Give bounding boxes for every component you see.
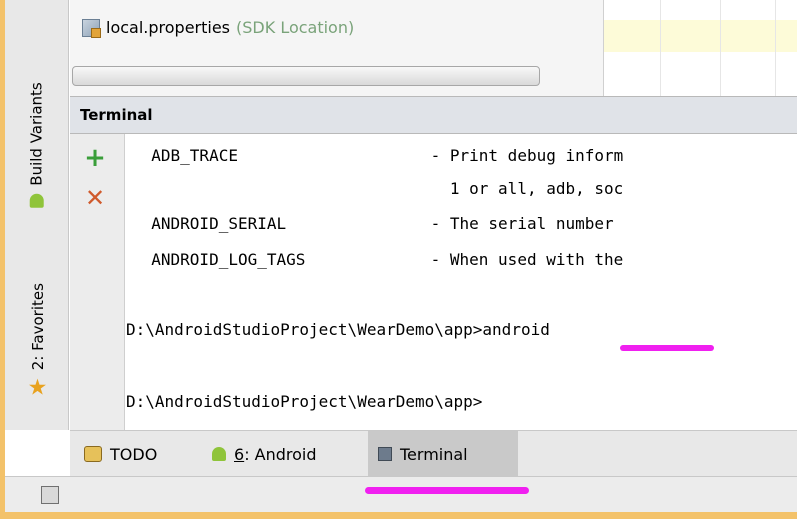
terminal-toolbar: + ✕ [70, 134, 125, 430]
tab-build-variants[interactable]: Build Variants [5, 40, 69, 250]
editor-grid-line [660, 0, 661, 96]
left-tool-strip: Build Variants ★ 2: Favorites [5, 0, 69, 430]
terminal-header: Terminal [70, 96, 797, 134]
tab-todo[interactable]: TODO [74, 431, 167, 477]
editor-current-line [604, 20, 797, 52]
bottom-tool-tabs: TODO 6: Android Terminal [70, 430, 797, 477]
file-name: local.properties [106, 18, 231, 37]
toggle-tool-windows-icon[interactable] [41, 486, 59, 504]
editor-grid-line [775, 0, 776, 96]
tab-android[interactable]: 6: Android [202, 431, 327, 477]
tab-todo-label: TODO [110, 444, 158, 464]
window-frame-bottom [0, 512, 797, 519]
terminal-line: 1 or all, adb, soc [132, 179, 624, 198]
android-icon [30, 193, 45, 208]
terminal-icon [378, 447, 392, 461]
tab-terminal-label: Terminal [400, 444, 468, 464]
terminal-prompt-line: D:\AndroidStudioProject\WearDemo\app> [126, 392, 483, 411]
horizontal-scrollbar[interactable] [72, 66, 540, 86]
tab-android-label: 6: Android [234, 444, 317, 464]
new-session-button[interactable]: + [80, 143, 110, 173]
close-session-button[interactable]: ✕ [80, 184, 110, 212]
highlight-underline-terminal [365, 487, 529, 494]
android-icon [212, 447, 226, 461]
properties-file-icon [82, 18, 101, 38]
terminal-prompt-line: D:\AndroidStudioProject\WearDemo\app>and… [126, 320, 550, 339]
terminal-title: Terminal [80, 106, 153, 124]
editor-grid-line [720, 0, 721, 96]
terminal-line: ADB_TRACE - Print debug inform [132, 146, 624, 165]
todo-icon [84, 446, 102, 462]
star-icon: ★ [27, 375, 47, 401]
tab-terminal[interactable]: Terminal [368, 431, 518, 477]
file-hint: (SDK Location) [236, 18, 355, 37]
highlight-underline-android [620, 345, 714, 351]
terminal-output[interactable]: ADB_TRACE - Print debug inform 1 or all,… [126, 134, 797, 430]
tab-favorites-label: 2: Favorites [28, 282, 47, 370]
tree-item-local-properties[interactable]: local.properties (SDK Location) [82, 18, 355, 38]
status-bar [5, 476, 797, 512]
tab-build-variants-label: Build Variants [28, 82, 47, 186]
terminal-line: ANDROID_SERIAL - The serial number [132, 214, 614, 233]
terminal-line: ANDROID_LOG_TAGS - When used with the [132, 250, 624, 269]
tab-favorites[interactable]: ★ 2: Favorites [5, 260, 69, 420]
